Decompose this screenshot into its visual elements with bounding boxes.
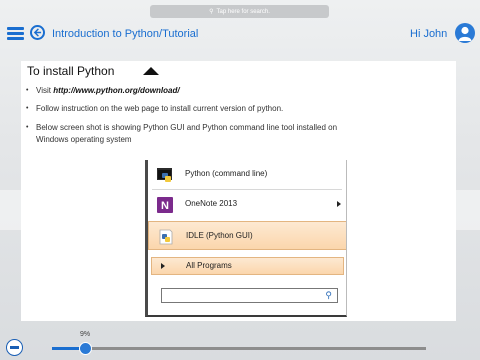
back-arrow-icon[interactable]	[30, 25, 45, 40]
triangle-right-icon	[161, 263, 165, 269]
all-programs-label: All Programs	[186, 261, 232, 270]
divider	[152, 189, 342, 190]
content-card: To install Python • Visit http://www.pyt…	[21, 61, 456, 321]
search-placeholder: Tap here for search.	[216, 8, 270, 15]
magnifier-icon: ⚲	[325, 290, 332, 300]
start-menu-item-label: OneNote 2013	[185, 199, 238, 208]
user-avatar-icon[interactable]	[455, 23, 475, 43]
search-icon: ⚲	[209, 9, 214, 15]
search-input[interactable]: ⚲ Tap here for search.	[150, 5, 329, 18]
python-icon	[156, 166, 174, 184]
bullet-text-continued: Windows operating system	[36, 135, 132, 144]
start-menu-item-label: Python (command line)	[185, 169, 268, 178]
progress-slider-handle[interactable]	[79, 342, 93, 355]
start-search-box: ⚲	[161, 288, 338, 303]
start-menu-item-onenote: N OneNote 2013	[148, 191, 346, 218]
start-menu-item-label: IDLE (Python GUI)	[186, 231, 253, 240]
python-idle-icon	[157, 228, 175, 246]
start-menu-screenshot: Python (command line) N OneNote 2013 IDL…	[145, 160, 347, 317]
svg-text:N: N	[161, 200, 169, 212]
user-greeting: Hi John	[410, 28, 448, 40]
progress-percent-label: 9%	[80, 331, 91, 338]
start-menu-item-idle: IDLE (Python GUI)	[148, 221, 346, 250]
progress-track[interactable]	[52, 347, 426, 350]
python-download-link[interactable]: http://www.python.org/download/	[53, 86, 179, 95]
collapse-triangle-icon[interactable]	[143, 67, 159, 75]
page-title: To install Python	[27, 64, 115, 78]
bullet-prefix: Visit	[36, 86, 54, 95]
onenote-icon: N	[156, 196, 174, 214]
bullet-text: Follow instruction on the web page to in…	[36, 104, 284, 113]
submenu-arrow-icon	[337, 201, 341, 207]
start-menu-item-python-cmd: Python (command line)	[148, 161, 346, 188]
hamburger-menu-icon[interactable]	[7, 27, 24, 40]
breadcrumb[interactable]: Introduction to Python/Tutorial	[52, 28, 198, 40]
all-programs-item: All Programs	[151, 257, 344, 275]
bullet-text: Below screen shot is showing Python GUI …	[36, 123, 338, 132]
app-logo-icon[interactable]	[6, 339, 23, 356]
